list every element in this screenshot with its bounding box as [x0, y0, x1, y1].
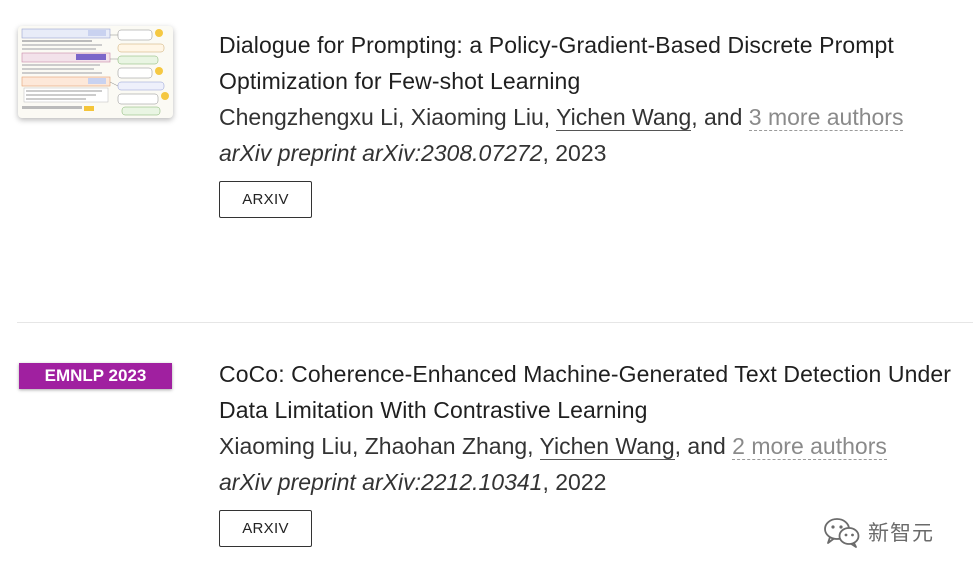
venue-name: arXiv preprint arXiv:2212.10341	[219, 469, 543, 495]
venue-year: , 2022	[542, 469, 607, 495]
publication-title: CoCo: Coherence-Enhanced Machine-Generat…	[219, 361, 952, 423]
thumbnail-figure	[21, 28, 169, 116]
author-self: Yichen Wang	[539, 433, 675, 460]
publication-venue: arXiv preprint arXiv:2212.10341, 2022	[219, 464, 961, 500]
more-authors-toggle[interactable]: 2 more authors	[732, 433, 887, 460]
arxiv-button[interactable]: ARXIV	[219, 510, 312, 547]
watermark: 新智元	[822, 514, 934, 550]
more-authors-toggle[interactable]: 3 more authors	[748, 104, 904, 131]
arxiv-button[interactable]: ARXIV	[219, 181, 312, 218]
venue-year: , 2023	[542, 140, 607, 166]
authors-and: , and	[674, 433, 733, 459]
authors-lead: Xiaoming Liu, Zhaohan Zhang,	[219, 433, 540, 459]
author-self: Yichen Wang	[556, 104, 692, 131]
publication-title: Dialogue for Prompting: a Policy-Gradien…	[219, 32, 894, 94]
publication-links: ARXIV	[219, 181, 961, 218]
publication-authors: Chengzhengxu Li, Xiaoming Liu, Yichen Wa…	[219, 99, 961, 135]
authors-and: , and	[691, 104, 749, 130]
venue-badge: EMNLP 2023	[19, 363, 172, 389]
publication-item: Dialogue for Prompting: a Policy-Gradien…	[0, 0, 973, 322]
publication-text: Dialogue for Prompting: a Policy-Gradien…	[219, 27, 961, 218]
watermark-text: 新智元	[868, 521, 934, 545]
authors-lead: Chengzhengxu Li, Xiaoming Liu,	[219, 104, 557, 130]
paper-thumbnail[interactable]	[18, 26, 173, 118]
wechat-icon	[824, 518, 860, 548]
publication-venue: arXiv preprint arXiv:2308.07272, 2023	[219, 135, 961, 171]
publication-authors: Xiaoming Liu, Zhaohan Zhang, Yichen Wang…	[219, 428, 961, 464]
venue-name: arXiv preprint arXiv:2308.07272	[219, 140, 543, 166]
